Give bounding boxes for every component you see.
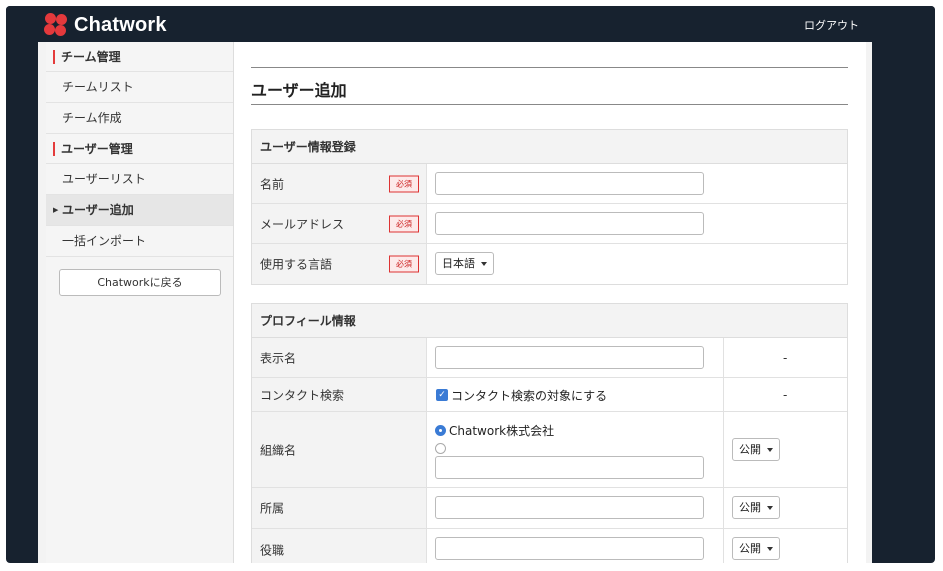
organization-input[interactable]: [435, 456, 704, 479]
field-label: 表示名: [260, 351, 297, 365]
sidebar-header-team: チーム管理: [46, 42, 233, 72]
page-title: ユーザー追加: [251, 81, 347, 100]
section-title: ユーザー情報登録: [252, 130, 847, 164]
dept-visibility-select[interactable]: 公開: [732, 496, 780, 519]
main-panel: ユーザー追加 ユーザー情報登録 名前 必須 メールアドレス 必須 使用する言語 …: [234, 42, 866, 563]
sidebar-item-user-add[interactable]: ▶ ユーザー追加: [46, 195, 233, 226]
sidebar-item-team-create[interactable]: チーム作成: [46, 103, 233, 134]
required-badge: 必須: [389, 255, 419, 273]
language-select[interactable]: 日本語: [435, 252, 494, 275]
field-label: 役職: [260, 543, 285, 557]
chevron-down-icon: [767, 448, 773, 452]
section-title: プロフィール情報: [252, 304, 847, 338]
org-radio-custom[interactable]: [435, 443, 446, 454]
top-bar: Chatwork ログアウト: [6, 6, 935, 42]
contact-search-checkbox[interactable]: ✓: [436, 389, 448, 401]
form-row-role: 役職 公開: [252, 529, 847, 563]
sidebar: チーム管理 チームリスト チーム作成 ユーザー管理 ユーザーリスト ▶ ユーザー追…: [46, 42, 234, 563]
sidebar-header-user: ユーザー管理: [46, 134, 233, 164]
caret-right-icon: ▶: [53, 206, 59, 214]
logo[interactable]: Chatwork: [44, 13, 167, 37]
back-to-chatwork-button[interactable]: Chatworkに戻る: [59, 269, 221, 296]
field-label: 名前: [260, 177, 285, 191]
sidebar-item-user-list[interactable]: ユーザーリスト: [46, 164, 233, 195]
org-radio-preset[interactable]: [435, 425, 446, 436]
visibility-dash: -: [783, 387, 788, 402]
role-visibility-select[interactable]: 公開: [732, 537, 780, 560]
form-row-email: メールアドレス 必須: [252, 204, 847, 244]
required-badge: 必須: [389, 175, 419, 192]
content-area: チーム管理 チームリスト チーム作成 ユーザー管理 ユーザーリスト ▶ ユーザー追…: [38, 42, 872, 563]
required-badge: 必須: [389, 215, 419, 232]
field-label: コンタクト検索: [260, 388, 345, 402]
logout-link[interactable]: ログアウト: [804, 17, 859, 33]
sidebar-item-bulk-import[interactable]: 一括インポート: [46, 226, 233, 257]
chevron-down-icon: [481, 262, 487, 266]
org-radio-preset-label: Chatwork株式会社: [449, 424, 555, 438]
form-row-organization: 組織名 Chatwork株式会社 公開: [252, 412, 847, 488]
form-row-language: 使用する言語 必須 日本語: [252, 244, 847, 284]
form-row-name: 名前 必須: [252, 164, 847, 204]
page-title-bar: ユーザー追加: [251, 67, 848, 105]
display-name-input[interactable]: [435, 346, 704, 369]
contact-search-checkbox-label: コンタクト検索の対象にする: [451, 389, 608, 403]
app-window: Chatwork ログアウト チーム管理 チームリスト チーム作成 ユーザー管理…: [6, 6, 935, 563]
chevron-down-icon: [767, 547, 773, 551]
profile-info-section: プロフィール情報 表示名 - コンタクト検索 ✓ コンタクト検索の対象にする -…: [251, 303, 848, 563]
form-row-department: 所属 公開: [252, 488, 847, 529]
org-visibility-select[interactable]: 公開: [732, 438, 780, 461]
visibility-dash: -: [783, 350, 788, 365]
logo-text: Chatwork: [74, 13, 167, 36]
department-input[interactable]: [435, 496, 704, 519]
form-row-display-name: 表示名 -: [252, 338, 847, 378]
chatwork-logo-icon: [44, 13, 70, 37]
user-info-section: ユーザー情報登録 名前 必須 メールアドレス 必須 使用する言語 必須 日本語: [251, 129, 848, 285]
role-input[interactable]: [435, 537, 704, 560]
name-input[interactable]: [435, 172, 704, 195]
field-label: 使用する言語: [260, 257, 333, 272]
field-label: 組織名: [260, 443, 297, 457]
form-row-contact-search: コンタクト検索 ✓ コンタクト検索の対象にする -: [252, 378, 847, 412]
sidebar-item-team-list[interactable]: チームリスト: [46, 72, 233, 103]
email-input[interactable]: [435, 212, 704, 235]
chevron-down-icon: [767, 506, 773, 510]
field-label: メールアドレス: [260, 217, 345, 231]
field-label: 所属: [260, 501, 285, 516]
